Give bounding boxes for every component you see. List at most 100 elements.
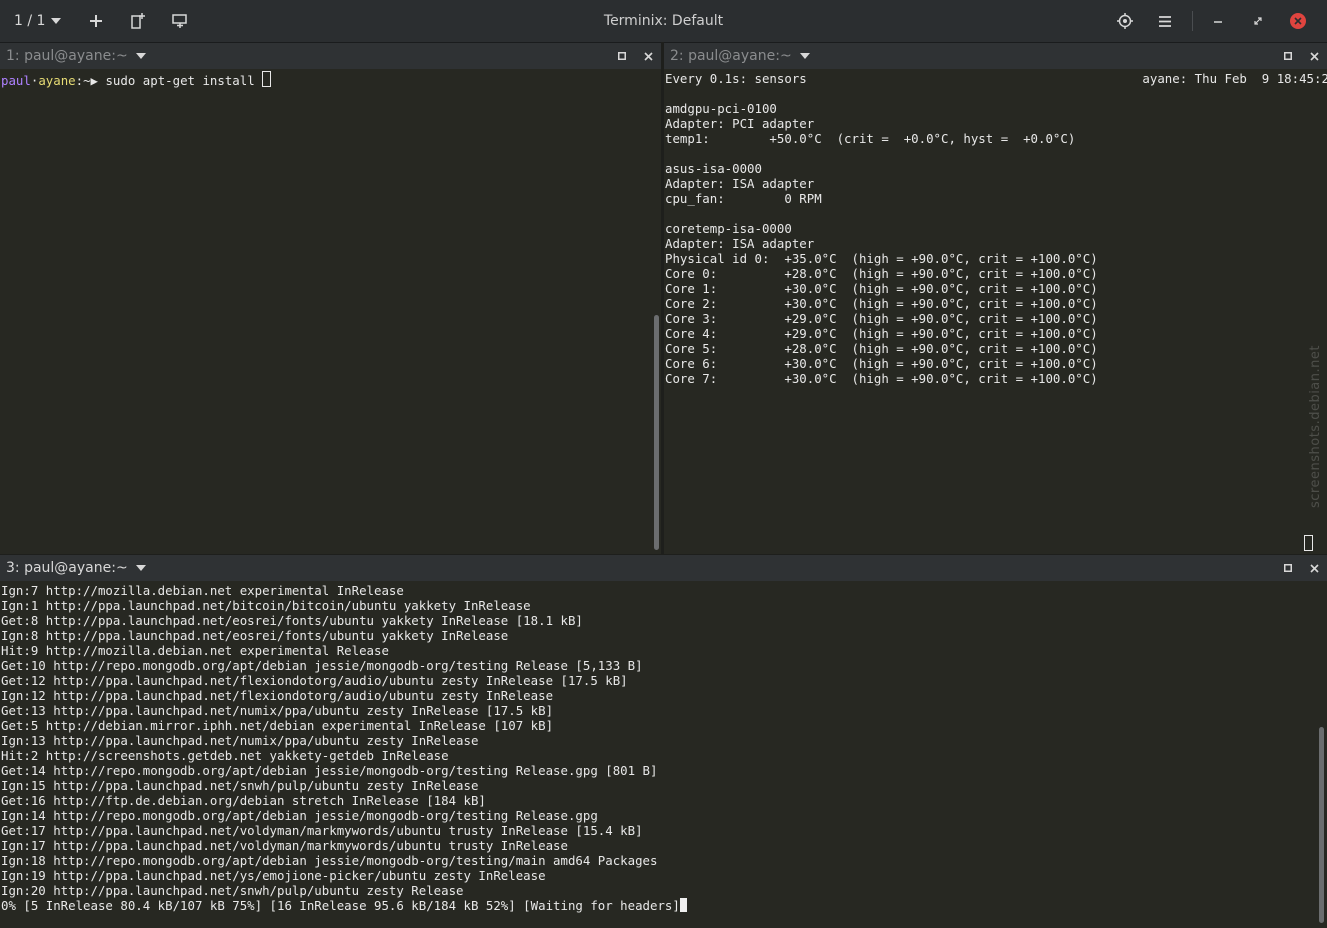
chevron-down-icon: [799, 53, 810, 59]
sensor-line: amdgpu-pci-0100: [665, 101, 777, 116]
terminal-cursor: [1304, 535, 1313, 551]
terminal-3-title-menu[interactable]: 3: paul@ayane:~: [6, 560, 146, 576]
terminal-2-output[interactable]: Every 0.1s: sensors ayane: Thu Feb 9 18:…: [665, 71, 1327, 386]
terminal-pane-1[interactable]: 1: paul@ayane:~ paul·ayane:~▶ sudo apt-g…: [0, 43, 661, 554]
apt-line: Ign:14 http://repo.mongodb.org/apt/debia…: [1, 808, 598, 823]
apt-line: Get:10 http://repo.mongodb.org/apt/debia…: [1, 658, 643, 673]
sensor-line: Core 0: +28.0°C (high = +90.0°C, crit = …: [665, 266, 1098, 281]
sensor-line: Physical id 0: +35.0°C (high = +90.0°C, …: [665, 251, 1098, 266]
close-window-button[interactable]: [1283, 6, 1313, 36]
terminal-cursor: [679, 898, 687, 912]
maximize-icon: [1254, 17, 1262, 25]
apt-line: Ign:17 http://ppa.launchpad.net/voldyman…: [1, 838, 568, 853]
sensor-line: [665, 146, 1327, 161]
terminal-3-scrollbar[interactable]: [1319, 727, 1324, 923]
prompt-arrow: ▶: [90, 73, 99, 88]
separator: [1192, 11, 1193, 31]
terminal-1-titlebar: 1: paul@ayane:~: [0, 43, 661, 69]
apt-line: Get:13 http://ppa.launchpad.net/numix/pp…: [1, 703, 554, 718]
menu-button[interactable]: [1150, 6, 1180, 36]
terminal-2-titlebar: 2: paul@ayane:~: [664, 43, 1327, 69]
apt-progress-line: 0% [5 InRelease 80.4 kB/107 kB 75%] [16 …: [1, 898, 680, 913]
watermark: screenshots.debian.net: [1308, 345, 1323, 508]
terminal-1-title-menu[interactable]: 1: paul@ayane:~: [6, 48, 146, 64]
add-session-button[interactable]: [81, 6, 111, 36]
terminal-1-scrollbar[interactable]: [654, 315, 659, 550]
session-switcher[interactable]: 1 / 1: [14, 13, 62, 29]
hamburger-icon: [1159, 15, 1171, 27]
chevron-down-icon: [51, 18, 62, 24]
minimize-button[interactable]: [1203, 6, 1233, 36]
maximize-terminal-icon[interactable]: [1284, 564, 1292, 572]
sensor-line: temp1: +50.0°C (crit = +0.0°C, hyst = +0…: [665, 131, 1076, 146]
command-text: sudo apt-get install: [98, 73, 263, 88]
add-terminal-right-button[interactable]: [123, 6, 153, 36]
sensor-line: Core 1: +30.0°C (high = +90.0°C, crit = …: [665, 281, 1098, 296]
apt-line: Get:14 http://repo.mongodb.org/apt/debia…: [1, 763, 658, 778]
prompt-user: paul: [1, 73, 31, 88]
terminal-3-title: 3: paul@ayane:~: [6, 560, 128, 576]
sensor-line: Every 0.1s: sensors ayane: Thu Feb 9 18:…: [665, 71, 1327, 86]
session-counter: 1 / 1: [14, 13, 46, 29]
add-terminal-down-button[interactable]: [165, 6, 195, 36]
terminal-cursor: [262, 71, 272, 87]
apt-line: Ign:1 http://ppa.launchpad.net/bitcoin/b…: [1, 598, 531, 613]
sensor-line: Core 4: +29.0°C (high = +90.0°C, crit = …: [665, 326, 1098, 341]
apt-line: Hit:9 http://mozilla.debian.net experime…: [1, 643, 389, 658]
minimize-icon: [1214, 21, 1222, 23]
sensor-line: asus-isa-0000: [665, 161, 762, 176]
sync-input-button[interactable]: [1110, 6, 1140, 36]
apt-line: Ign:7 http://mozilla.debian.net experime…: [1, 583, 404, 598]
header-bar: 1 / 1 Terminix: Default: [0, 0, 1327, 43]
sensor-line: Core 6: +30.0°C (high = +90.0°C, crit = …: [665, 356, 1098, 371]
apt-line: Get:16 http://ftp.de.debian.org/debian s…: [1, 793, 486, 808]
sensor-line: coretemp-isa-0000: [665, 221, 792, 236]
close-terminal-icon[interactable]: [1310, 51, 1319, 61]
terminal-pane-2[interactable]: 2: paul@ayane:~ Every 0.1s: sensors ayan…: [664, 43, 1327, 554]
terminal-1-output[interactable]: paul·ayane:~▶ sudo apt-get install: [1, 71, 272, 88]
apt-line: Get:12 http://ppa.launchpad.net/flexiond…: [1, 673, 628, 688]
plus-icon: [90, 15, 103, 27]
progress-row: 0% [5 InRelease 80.4 kB/107 kB 75%] [16 …: [1, 898, 687, 913]
maximize-terminal-icon[interactable]: [618, 52, 626, 60]
sensor-line: Core 5: +28.0°C (high = +90.0°C, crit = …: [665, 341, 1098, 356]
close-icon: [1290, 13, 1306, 29]
close-terminal-icon[interactable]: [1310, 563, 1319, 573]
apt-line: Get:5 http://debian.mirror.iphh.net/debi…: [1, 718, 554, 733]
apt-line: Get:17 http://ppa.launchpad.net/voldyman…: [1, 823, 643, 838]
crosshair-icon: [1117, 13, 1133, 29]
sensor-line: Core 2: +30.0°C (high = +90.0°C, crit = …: [665, 296, 1098, 311]
terminal-3-output[interactable]: Ign:7 http://mozilla.debian.net experime…: [1, 583, 657, 898]
apt-line: Ign:12 http://ppa.launchpad.net/flexiond…: [1, 688, 554, 703]
terminal-3-titlebar: 3: paul@ayane:~: [0, 555, 1327, 581]
sensor-line: Core 3: +29.0°C (high = +90.0°C, crit = …: [665, 311, 1098, 326]
split-right-icon: [131, 13, 146, 29]
apt-line: Ign:8 http://ppa.launchpad.net/eosrei/fo…: [1, 628, 509, 643]
terminal-pane-3[interactable]: 3: paul@ayane:~ Ign:7 http://mozilla.deb…: [0, 555, 1327, 928]
split-down-icon: [172, 14, 188, 28]
sensor-line: [665, 86, 1327, 101]
sensor-line: Core 7: +30.0°C (high = +90.0°C, crit = …: [665, 371, 1098, 386]
apt-line: Ign:13 http://ppa.launchpad.net/numix/pp…: [1, 733, 479, 748]
terminal-2-title: 2: paul@ayane:~: [670, 48, 792, 64]
sensor-line: Adapter: PCI adapter: [665, 116, 815, 131]
apt-line: Ign:15 http://ppa.launchpad.net/snwh/pul…: [1, 778, 479, 793]
maximize-button[interactable]: [1243, 6, 1273, 36]
apt-line: Ign:20 http://ppa.launchpad.net/snwh/pul…: [1, 883, 464, 898]
sensor-line: Adapter: ISA adapter: [665, 236, 815, 251]
prompt-path: :~: [75, 73, 91, 88]
apt-line: Ign:18 http://repo.mongodb.org/apt/debia…: [1, 853, 658, 868]
terminal-1-title: 1: paul@ayane:~: [6, 48, 128, 64]
apt-line: Ign:19 http://ppa.launchpad.net/ys/emoji…: [1, 868, 546, 883]
apt-line: Get:8 http://ppa.launchpad.net/eosrei/fo…: [1, 613, 583, 628]
chevron-down-icon: [135, 565, 146, 571]
sensor-line: [665, 206, 1327, 221]
maximize-terminal-icon[interactable]: [1284, 52, 1292, 60]
prompt-host: ayane: [38, 73, 76, 88]
terminal-2-title-menu[interactable]: 2: paul@ayane:~: [670, 48, 810, 64]
chevron-down-icon: [135, 53, 146, 59]
apt-line: Hit:2 http://screenshots.getdeb.net yakk…: [1, 748, 449, 763]
sensor-line: Adapter: ISA adapter: [665, 176, 815, 191]
close-terminal-icon[interactable]: [644, 51, 653, 61]
sensor-line: cpu_fan: 0 RPM: [665, 191, 822, 206]
